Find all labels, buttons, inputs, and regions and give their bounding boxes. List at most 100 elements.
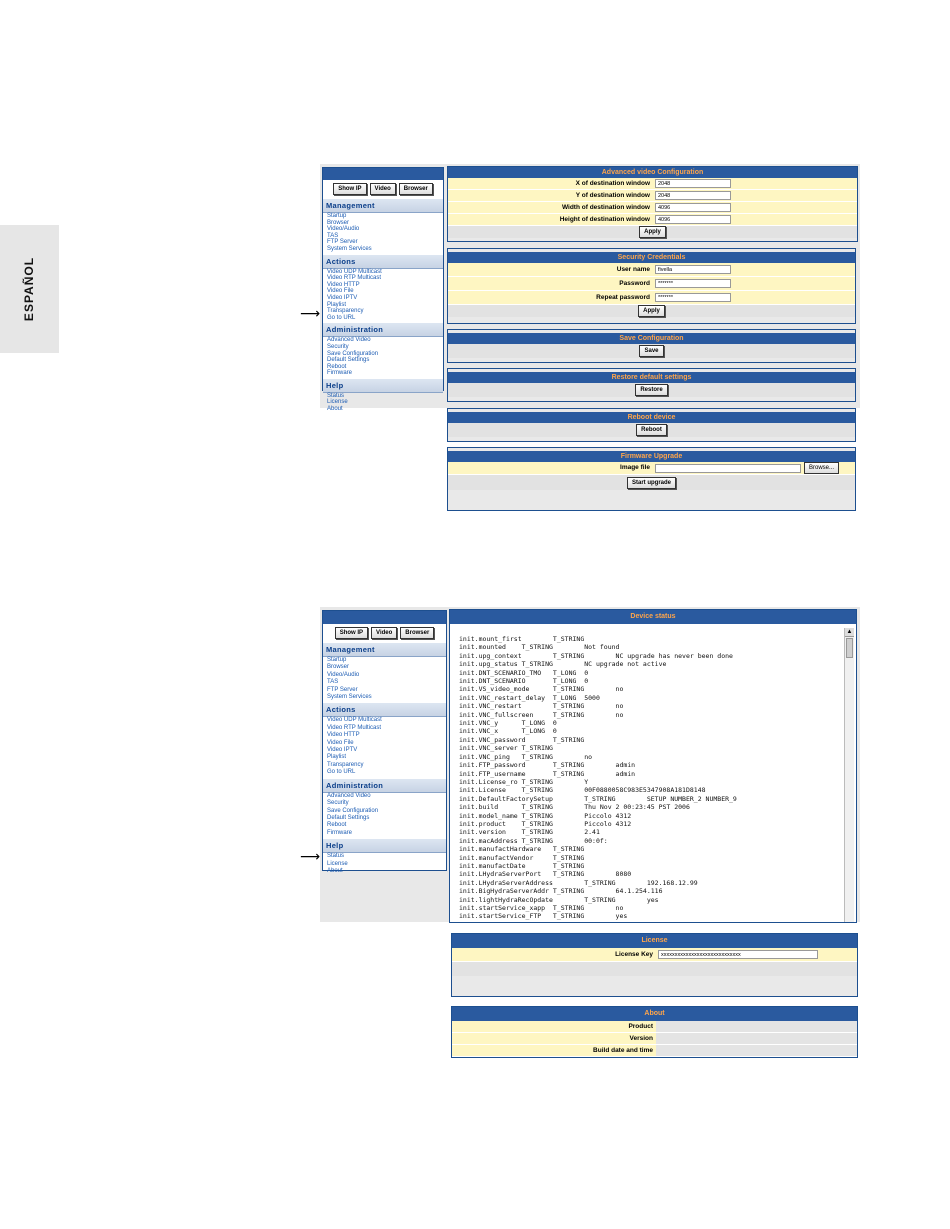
nav-heading-actions: Actions (323, 703, 446, 718)
nav-item-default-settings[interactable]: Default Settings (323, 815, 446, 822)
start-upgrade-button[interactable]: Start upgrade (626, 476, 676, 489)
password-input[interactable] (655, 279, 731, 288)
status-line: init.FTP_password T_STRING admin (459, 761, 636, 770)
field-label: Y of destination window (448, 190, 653, 201)
nav-item-license[interactable]: License (323, 399, 443, 406)
nav-item-firmware[interactable]: Firmware (323, 830, 446, 837)
status-line: init.version T_STRING 2.41 (459, 828, 600, 837)
scroll-thumb[interactable] (846, 638, 853, 658)
nav-item-startup[interactable]: Startup (323, 657, 446, 664)
nav-menu-1: Show IP Video Browser Management Startup… (322, 167, 444, 412)
nav-item-advanced-video[interactable]: Advanced Video (323, 793, 446, 800)
version-label: Version (452, 1033, 656, 1044)
nav-item-video-http[interactable]: Video HTTP (323, 732, 446, 739)
nav-item-video-iptv[interactable]: Video IPTV (323, 295, 443, 302)
nav-item-system-services[interactable]: System Services (323, 694, 446, 701)
browse-button[interactable]: Browse... (804, 462, 840, 474)
status-line: init.VNC_x T_LONG 0 (459, 727, 557, 736)
show-ip-button[interactable]: Show IP (334, 627, 369, 639)
advanced-video-title: Advanced video Configuration (448, 167, 857, 178)
nav-item-playlist[interactable]: Playlist (323, 302, 443, 309)
nav-item-system-services[interactable]: System Services (323, 246, 443, 253)
height-destination-input[interactable] (655, 215, 731, 224)
x-destination-input[interactable] (655, 179, 731, 188)
username-input[interactable] (655, 265, 731, 274)
reboot-panel: Reboot device Reboot (447, 408, 856, 442)
nav-item-firmware[interactable]: Firmware (323, 370, 443, 377)
nav-item-advanced-video[interactable]: Advanced Video (323, 337, 443, 344)
nav-item-startup[interactable]: Startup (323, 213, 443, 220)
advanced-video-apply-button[interactable]: Apply (639, 226, 666, 238)
nav-item-save-configuration[interactable]: Save Configuration (323, 808, 446, 815)
reboot-button[interactable]: Reboot (636, 424, 667, 436)
nav-item-browser[interactable]: Browser (323, 664, 446, 671)
console-scrollbar[interactable]: ▲ (844, 628, 854, 922)
nav-item-reboot[interactable]: Reboot (323, 822, 446, 829)
status-line: init.startService_xapp T_STRING no (459, 904, 624, 912)
nav-item-save-configuration[interactable]: Save Configuration (323, 351, 443, 358)
nav-item-security[interactable]: Security (323, 800, 446, 807)
image-file-input[interactable] (655, 463, 801, 473)
save-button[interactable]: Save (639, 345, 664, 357)
nav-item-transparency[interactable]: Transparency (323, 308, 443, 315)
browser-button[interactable]: Browser (400, 627, 435, 639)
nav-heading-help: Help (323, 839, 446, 854)
nav-item-default-settings[interactable]: Default Settings (323, 357, 443, 364)
nav-item-playlist[interactable]: Playlist (323, 754, 446, 761)
nav-item-video-file[interactable]: Video File (323, 288, 443, 295)
device-status-console[interactable]: init.mount_first T_STRING init.mounted T_… (455, 629, 843, 921)
status-line: init.VNC_y T_LONG 0 (459, 719, 557, 728)
width-destination-input[interactable] (655, 203, 731, 212)
nav-item-status[interactable]: Status (323, 393, 443, 400)
nav-item-go-to-url[interactable]: Go to URL (323, 315, 443, 322)
status-line: init.DefaultFactorySetup T_STRING SETUP … (459, 794, 737, 803)
nav-item-video-file[interactable]: Video File (323, 740, 446, 747)
status-line: init.VS_video_mode T_STRING no (459, 685, 624, 694)
nav-item-video-rtp-multicast[interactable]: Video RTP Multicast (323, 275, 443, 282)
restore-button[interactable]: Restore (635, 384, 668, 396)
nav-item-license[interactable]: License (323, 861, 446, 868)
show-ip-button[interactable]: Show IP (333, 183, 367, 195)
repeat-password-input[interactable] (655, 293, 731, 302)
browser-button[interactable]: Browser (398, 183, 433, 195)
license-title: License (452, 934, 857, 948)
nav-item-tas[interactable]: TAS (323, 679, 446, 686)
video-button[interactable]: Video (371, 627, 398, 639)
nav-item-video-iptv[interactable]: Video IPTV (323, 747, 446, 754)
nav-item-video-http[interactable]: Video HTTP (323, 282, 443, 289)
nav-item-ftp-server[interactable]: FTP Server (323, 239, 443, 246)
nav-item-status[interactable]: Status (323, 853, 446, 860)
nav-item-tas[interactable]: TAS (323, 233, 443, 240)
nav-item-about[interactable]: About (323, 868, 446, 875)
status-line: init.manufactDate T_STRING (459, 861, 585, 870)
nav-heading-administration: Administration (323, 778, 446, 793)
save-config-panel: Save Configuration Save (447, 329, 856, 363)
nav-heading-help: Help (323, 378, 443, 393)
nav-menu-2: Show IP Video Browser Management Startup… (322, 610, 447, 874)
y-destination-input[interactable] (655, 191, 731, 200)
field-label: X of destination window (448, 178, 653, 189)
nav-item-security[interactable]: Security (323, 344, 443, 351)
nav-heading-actions: Actions (323, 254, 443, 269)
status-line: init.VNC_password T_STRING (459, 735, 585, 744)
nav-item-video-udp-multicast[interactable]: Video UDP Multicast (323, 269, 443, 276)
nav-item-transparency[interactable]: Transparency (323, 762, 446, 769)
nav-item-video-audio[interactable]: Video/Audio (323, 226, 443, 233)
nav-item-reboot[interactable]: Reboot (323, 364, 443, 371)
license-key-input[interactable] (658, 950, 818, 959)
video-button[interactable]: Video (369, 183, 396, 195)
nav-item-about[interactable]: About (323, 406, 443, 413)
license-panel: License License Key (451, 933, 858, 997)
status-line: init.License T_STRING 00F0880058C983E534… (459, 786, 706, 795)
firmware-title: Firmware Upgrade (448, 451, 855, 462)
status-line: init.mount_first T_STRING (459, 635, 585, 643)
nav-item-ftp-server[interactable]: FTP Server (323, 687, 446, 694)
nav-item-video-rtp-multicast[interactable]: Video RTP Multicast (323, 725, 446, 732)
nav-item-video-audio[interactable]: Video/Audio (323, 672, 446, 679)
nav-item-browser[interactable]: Browser (323, 220, 443, 227)
nav-item-go-to-url[interactable]: Go to URL (323, 769, 446, 776)
nav-item-video-udp-multicast[interactable]: Video UDP Multicast (323, 717, 446, 724)
scroll-up-icon[interactable]: ▲ (845, 628, 854, 637)
security-apply-button[interactable]: Apply (638, 305, 665, 317)
reboot-title: Reboot device (448, 412, 855, 423)
